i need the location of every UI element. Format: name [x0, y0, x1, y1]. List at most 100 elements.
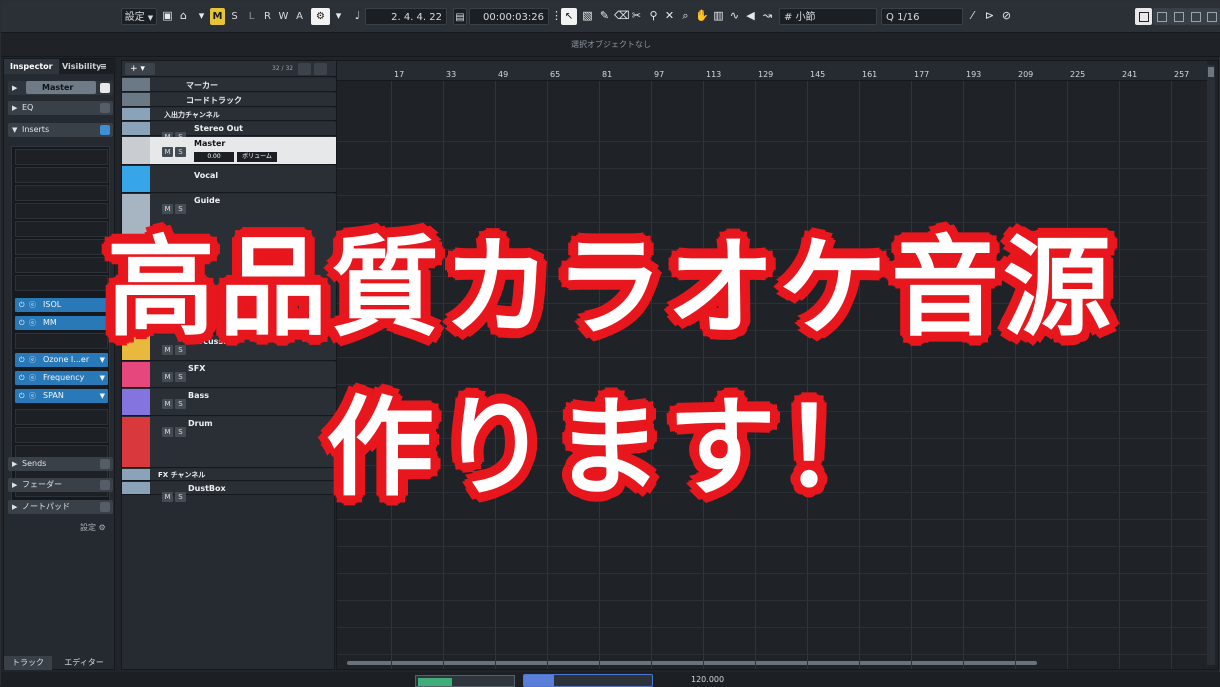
folder-vocal[interactable]: Vocal: [122, 166, 336, 193]
inserts-bypass-icon[interactable]: [100, 125, 110, 135]
quantize-settings-icon[interactable]: ⁄: [966, 9, 979, 23]
collapse-icon[interactable]: ▼: [12, 123, 17, 137]
draw-tool-icon[interactable]: ✎: [598, 9, 611, 23]
insert-slot[interactable]: [15, 185, 108, 201]
cycle-button[interactable]: [524, 675, 554, 686]
left-zone-toggle-icon[interactable]: [1135, 8, 1152, 25]
time-format-icon[interactable]: ▤: [453, 8, 467, 25]
ruler-tick: 49: [498, 70, 509, 79]
time-warp-icon[interactable]: ↝: [761, 9, 774, 23]
master-volume[interactable]: 0.00: [194, 152, 234, 162]
edit-channel-icon[interactable]: [100, 83, 110, 93]
object-selection-tool-icon[interactable]: ↖: [561, 8, 577, 25]
mute-button[interactable]: M: [162, 147, 173, 157]
inspector-tabs: Inspector Visibility ≡: [4, 59, 116, 74]
marker-track-icon: [122, 78, 150, 91]
gear-icon[interactable]: ⚙: [99, 523, 106, 532]
track-master[interactable]: MS Master 0.00 ボリューム: [122, 137, 336, 165]
ruler-tick: 145: [810, 70, 826, 79]
position-display[interactable]: 2. 4. 4. 22: [365, 8, 447, 25]
insert-slot[interactable]: [15, 167, 108, 183]
tab-inspector[interactable]: Inspector: [4, 59, 59, 74]
reset-icon[interactable]: ⊘: [1000, 9, 1013, 23]
range-tool-icon[interactable]: ▧: [581, 9, 594, 23]
main-toolbar: 設定 ▼ ▣ ⌂ ▾ M S L R W A ⚙ ▾ ♩ 2. 4. 4. 22 …: [1, 1, 1220, 33]
window-settings-icon[interactable]: [1203, 8, 1220, 25]
output-icon: [122, 137, 150, 164]
ruler-tick: 65: [550, 70, 561, 79]
lower-zone-toggle-icon[interactable]: [1153, 8, 1170, 25]
track-marker[interactable]: マーカー: [122, 78, 336, 92]
insert-slot[interactable]: [15, 149, 108, 165]
time-display[interactable]: 00:00:03:26: [469, 8, 549, 25]
mute-tool-icon[interactable]: ✕: [663, 9, 676, 23]
tab-track[interactable]: トラック: [4, 656, 52, 670]
folder-io-channels[interactable]: 入出力チャンネル: [122, 108, 336, 121]
track-list-header: + ▾ 32 / 32: [122, 61, 336, 77]
tab-editor[interactable]: エディター: [56, 656, 112, 670]
zoom-tool-icon[interactable]: ⌕: [679, 9, 692, 23]
eq-section[interactable]: ▶ EQ: [8, 101, 113, 115]
dropdown-caret-icon[interactable]: ▾: [332, 9, 345, 23]
solo-mode-button[interactable]: S: [227, 8, 242, 25]
eq-bypass-icon[interactable]: [100, 103, 110, 113]
window-layout-icon[interactable]: ▣: [161, 9, 174, 23]
read-mode-button[interactable]: R: [260, 8, 275, 25]
search-icon[interactable]: [314, 63, 327, 75]
quantize-dropdown[interactable]: Q 1/16: [881, 8, 963, 25]
horizontal-scrollbar[interactable]: [347, 661, 1037, 665]
settings-dropdown[interactable]: 設定 ▼: [121, 8, 157, 25]
solo-button[interactable]: S: [175, 147, 186, 157]
ruler-tick: 129: [758, 70, 774, 79]
cpu-meter: [415, 675, 515, 687]
comp-tool-icon[interactable]: ▥: [712, 9, 725, 23]
quantize-icon: Q: [886, 12, 898, 23]
ruler[interactable]: 17 33 49 65 81 97 113 129 145 161 177 193 209 225 241 2…: [337, 61, 1207, 81]
settings-gear-icon[interactable]: [1187, 8, 1204, 25]
ruler-tick: 33: [446, 70, 457, 79]
menu-icon[interactable]: ≡: [100, 59, 107, 74]
curve-tool-icon[interactable]: ∿: [728, 9, 741, 23]
track-chord[interactable]: コードトラック: [122, 93, 336, 107]
right-zone-toggle-icon[interactable]: [1170, 8, 1187, 25]
glue-tool-icon[interactable]: ⚲: [647, 9, 660, 23]
transport-bar: 120.000: [1, 672, 1220, 687]
headline-line-1: 高品質カラオケ音源: [106, 226, 1115, 351]
ruler-tick: 209: [1018, 70, 1034, 79]
chord-track-icon: [122, 93, 150, 106]
ruler-tick: 113: [706, 70, 722, 79]
dropdown-caret-icon[interactable]: ▾: [195, 9, 208, 23]
inserts-section[interactable]: ▼ Inserts: [8, 123, 113, 137]
autoscroll-icon[interactable]: ⚙: [311, 8, 330, 25]
track-count: 32 / 32: [272, 65, 294, 72]
headline-line-2: 作ります！: [325, 386, 896, 511]
ruler-tick: 17: [394, 70, 405, 79]
inspector-settings[interactable]: 設定 ⚙: [80, 522, 106, 533]
channel-selector[interactable]: Master: [26, 81, 96, 94]
automation-mode-button[interactable]: A: [292, 8, 307, 25]
iq-icon[interactable]: ⊳: [983, 9, 996, 23]
scroll-thumb[interactable]: [1208, 67, 1214, 77]
listen-mode-button[interactable]: L: [244, 8, 259, 25]
track-divider: [337, 600, 1207, 601]
grid-type-dropdown[interactable]: # 小節: [779, 8, 877, 25]
split-tool-icon[interactable]: ✂: [630, 9, 643, 23]
tempo-display[interactable]: 120.000: [691, 675, 724, 684]
mute-mode-button[interactable]: M: [210, 8, 225, 25]
ruler-tick: 225: [1070, 70, 1086, 79]
erase-tool-icon[interactable]: ⌫: [614, 9, 630, 23]
expand-icon[interactable]: ▶: [12, 81, 17, 95]
track-stereo-out[interactable]: MS Stereo Out: [122, 122, 336, 142]
output-icon: [122, 122, 150, 135]
write-mode-button[interactable]: W: [276, 8, 291, 25]
expand-icon[interactable]: ▶: [12, 101, 17, 115]
home-icon[interactable]: ⌂: [177, 9, 190, 23]
track-visibility-icon[interactable]: [298, 63, 311, 75]
ruler-tick: 193: [966, 70, 982, 79]
speaker-tool-icon[interactable]: ◀: [744, 9, 757, 23]
transport-controls[interactable]: [523, 674, 653, 687]
track-divider: [337, 627, 1207, 628]
hand-tool-icon[interactable]: ✋: [695, 9, 709, 23]
add-track-button[interactable]: + ▾: [125, 63, 155, 75]
folder-icon: [122, 108, 150, 120]
